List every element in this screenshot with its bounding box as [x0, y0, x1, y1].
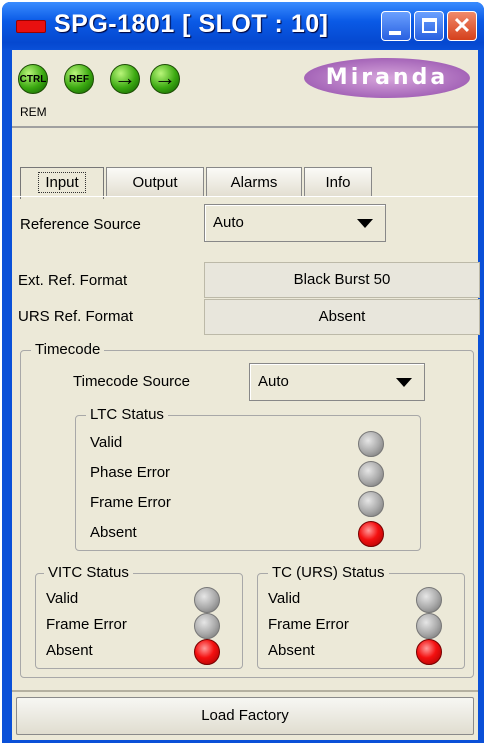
- timecode-group: Timecode Timecode Source Auto LTC Status…: [20, 341, 474, 678]
- arrow-led-glyph: →: [114, 65, 136, 90]
- reference-source-label: Reference Source: [20, 216, 141, 233]
- tc-urs-valid-label: Valid: [268, 590, 301, 607]
- dropdown-arrow-icon: [357, 219, 373, 228]
- tab-alarms-label: Alarms: [230, 174, 278, 191]
- brand-logo: Miranda: [304, 58, 470, 98]
- ltc-status-group: LTC Status Valid Phase Error Frame Error…: [75, 406, 421, 551]
- ltc-phase-error-label: Phase Error: [90, 464, 171, 481]
- close-button[interactable]: ✕: [447, 11, 477, 41]
- vitc-status-group: VITC Status Valid Frame Error Absent: [35, 564, 243, 669]
- tab-alarms[interactable]: Alarms: [206, 167, 302, 197]
- tab-info-label: Info: [325, 174, 351, 191]
- ctrl-led-label: CTRL: [19, 74, 47, 85]
- close-icon: ✕: [452, 13, 472, 38]
- tab-output[interactable]: Output: [106, 167, 204, 197]
- tab-divider: [12, 196, 478, 197]
- urs-ref-format-label: URS Ref. Format: [18, 308, 134, 325]
- ref-led-label: REF: [69, 74, 89, 85]
- tc-urs-frame-error-indicator-icon: [416, 613, 442, 639]
- tab-info[interactable]: Info: [304, 167, 372, 197]
- vitc-valid-indicator-icon: [194, 587, 220, 613]
- ctrl-led-icon: CTRL: [18, 64, 48, 94]
- arrow-led-glyph: →: [154, 65, 176, 90]
- ltc-absent-indicator-icon: [358, 521, 384, 547]
- ext-ref-format-value: Black Burst 50: [204, 262, 480, 298]
- vitc-frame-error-indicator-icon: [194, 613, 220, 639]
- ltc-valid-label: Valid: [90, 434, 123, 451]
- urs-ref-format-value: Absent: [204, 299, 480, 335]
- ltc-phase-error-indicator-icon: [358, 461, 384, 487]
- mode-label: REM: [20, 105, 47, 119]
- tc-urs-status-title: TC (URS) Status: [268, 564, 389, 581]
- vitc-status-title: VITC Status: [44, 564, 133, 581]
- ltc-absent-label: Absent: [90, 524, 137, 541]
- timecode-group-title: Timecode: [31, 341, 105, 358]
- tc-urs-status-group: TC (URS) Status Valid Frame Error Absent: [257, 564, 465, 669]
- minimize-icon: [389, 31, 401, 35]
- vitc-absent-indicator-icon: [194, 639, 220, 665]
- footer-separator: [12, 690, 478, 692]
- tc-urs-valid-indicator-icon: [416, 587, 442, 613]
- arrow-led-icon: →: [150, 64, 180, 94]
- timecode-source-value: Auto: [258, 373, 289, 390]
- ltc-frame-error-indicator-icon: [358, 491, 384, 517]
- tc-urs-frame-error-label: Frame Error: [268, 616, 349, 633]
- tab-output-label: Output: [132, 174, 178, 191]
- panel-client-area: CTRL REF → → REM Miranda Input Output Al…: [12, 50, 480, 740]
- ltc-status-title: LTC Status: [86, 406, 168, 423]
- tc-urs-absent-indicator-icon: [416, 639, 442, 665]
- load-factory-button[interactable]: Load Factory: [16, 697, 474, 735]
- ltc-valid-indicator-icon: [358, 431, 384, 457]
- app-window: SPG-1801 [ SLOT : 10] ✕ CTRL REF → → REM: [2, 2, 484, 743]
- arrow-led-icon: →: [110, 64, 140, 94]
- minimize-button[interactable]: [381, 11, 411, 41]
- dropdown-arrow-icon: [396, 378, 412, 387]
- vitc-frame-error-label: Frame Error: [46, 616, 127, 633]
- status-header: CTRL REF → → REM Miranda: [12, 50, 478, 128]
- timecode-source-label: Timecode Source: [73, 373, 190, 390]
- vitc-valid-label: Valid: [46, 590, 79, 607]
- tab-input-label: Input: [38, 172, 86, 193]
- ltc-frame-error-label: Frame Error: [90, 494, 171, 511]
- maximize-icon: [422, 18, 437, 33]
- maximize-button[interactable]: [414, 11, 444, 41]
- app-status-icon: [16, 20, 46, 33]
- title-bar[interactable]: SPG-1801 [ SLOT : 10] ✕: [2, 2, 484, 50]
- window-title: SPG-1801 [ SLOT : 10]: [54, 10, 329, 38]
- tab-input[interactable]: Input: [20, 167, 104, 199]
- ext-ref-format-label: Ext. Ref. Format: [18, 272, 128, 289]
- ref-led-icon: REF: [64, 64, 94, 94]
- timecode-source-select[interactable]: Auto: [249, 363, 425, 401]
- tc-urs-absent-label: Absent: [268, 642, 315, 659]
- reference-source-value: Auto: [213, 214, 244, 231]
- vitc-absent-label: Absent: [46, 642, 93, 659]
- reference-source-select[interactable]: Auto: [204, 204, 386, 242]
